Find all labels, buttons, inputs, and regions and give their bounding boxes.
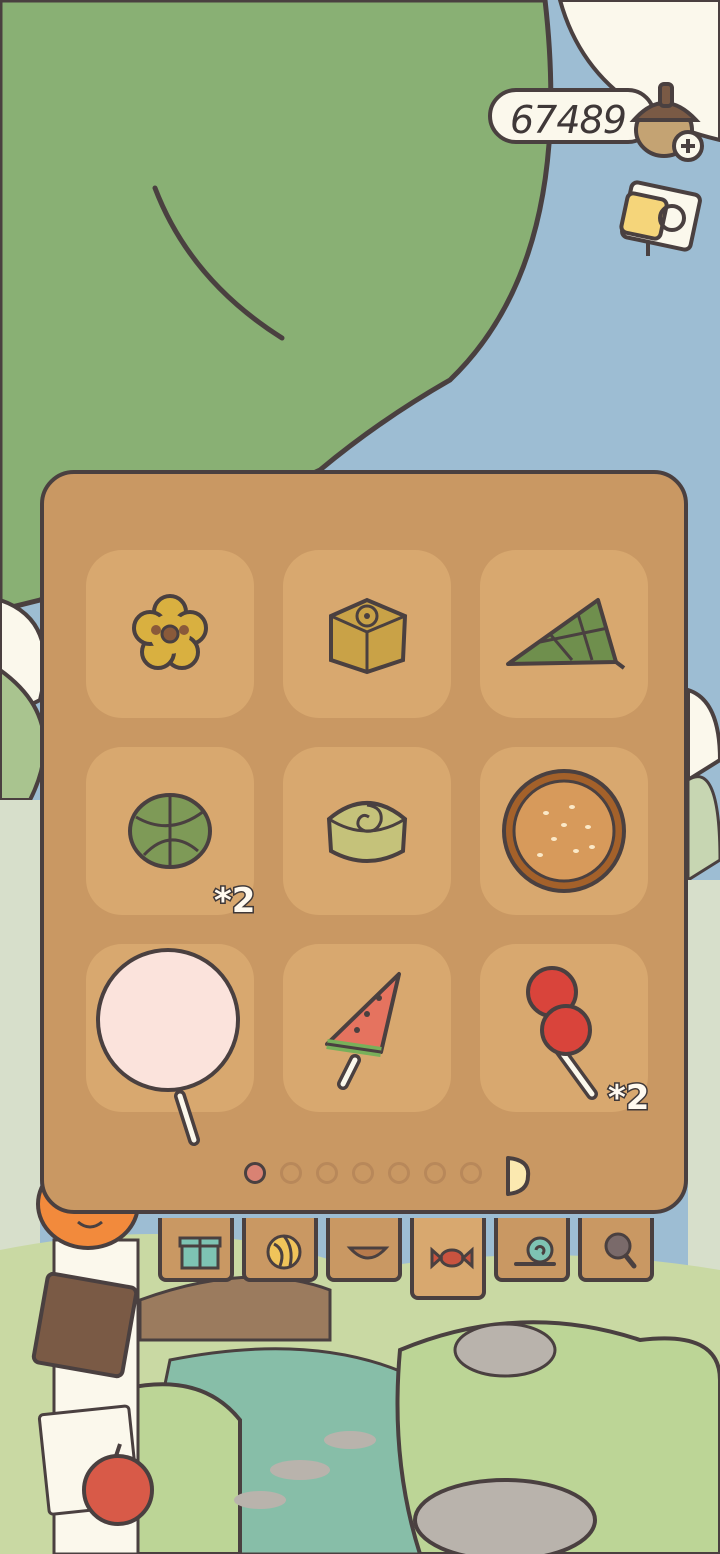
watermelon-popsicle-icon	[325, 972, 401, 1090]
tab-bowls[interactable]	[326, 1218, 402, 1282]
magnifier-icon	[604, 1232, 637, 1269]
page-dot[interactable]	[460, 1162, 482, 1184]
inventory-slot[interactable]	[480, 550, 648, 718]
page-dot[interactable]	[388, 1162, 410, 1184]
page-dot[interactable]	[424, 1162, 446, 1184]
item-count: *2	[606, 1077, 650, 1120]
page-dot[interactable]	[280, 1162, 302, 1184]
tab-snacks[interactable]	[410, 1218, 486, 1300]
yarn-icon	[266, 1234, 302, 1270]
inventory-slot[interactable]	[283, 747, 451, 915]
sesame-pie-icon	[502, 769, 626, 893]
cotton-candy-icon	[96, 948, 240, 1146]
tab-gifts[interactable]	[158, 1218, 234, 1282]
inventory-slot[interactable]: *2	[86, 747, 257, 923]
inventory-slot[interactable]	[86, 944, 254, 1146]
zongzi-icon	[506, 598, 626, 670]
plus-icon[interactable]	[672, 130, 704, 162]
item-count: *2	[212, 880, 256, 923]
inventory-slot[interactable]	[86, 550, 254, 718]
note-icon[interactable]	[618, 180, 708, 262]
inventory-panel: *2 *2	[40, 470, 688, 1214]
category-tabs	[156, 1218, 656, 1308]
tab-yarn[interactable]	[242, 1218, 318, 1282]
swirl-mooncake-icon	[326, 801, 408, 863]
currency-amount: 67489	[510, 98, 627, 142]
inventory-slot[interactable]	[283, 944, 451, 1112]
inventory-slot[interactable]: *2	[480, 944, 651, 1120]
snail-icon	[514, 1236, 556, 1266]
pagination	[244, 1154, 544, 1196]
inventory-slot[interactable]	[283, 550, 451, 718]
page-dot[interactable]	[244, 1162, 266, 1184]
page-dot[interactable]	[316, 1162, 338, 1184]
square-mooncake-icon	[329, 597, 408, 675]
plum-blossom-mooncake-icon	[132, 594, 208, 670]
acorn-icon[interactable]	[620, 74, 716, 170]
candy-icon	[430, 1246, 474, 1270]
tab-creatures[interactable]	[494, 1218, 570, 1282]
page-dot[interactable]	[352, 1162, 374, 1184]
inventory-slot[interactable]	[480, 747, 648, 915]
bowl-icon	[346, 1246, 390, 1260]
gift-icon	[178, 1236, 222, 1270]
tab-search[interactable]	[578, 1218, 654, 1282]
next-page-arrow-icon[interactable]	[502, 1154, 532, 1198]
